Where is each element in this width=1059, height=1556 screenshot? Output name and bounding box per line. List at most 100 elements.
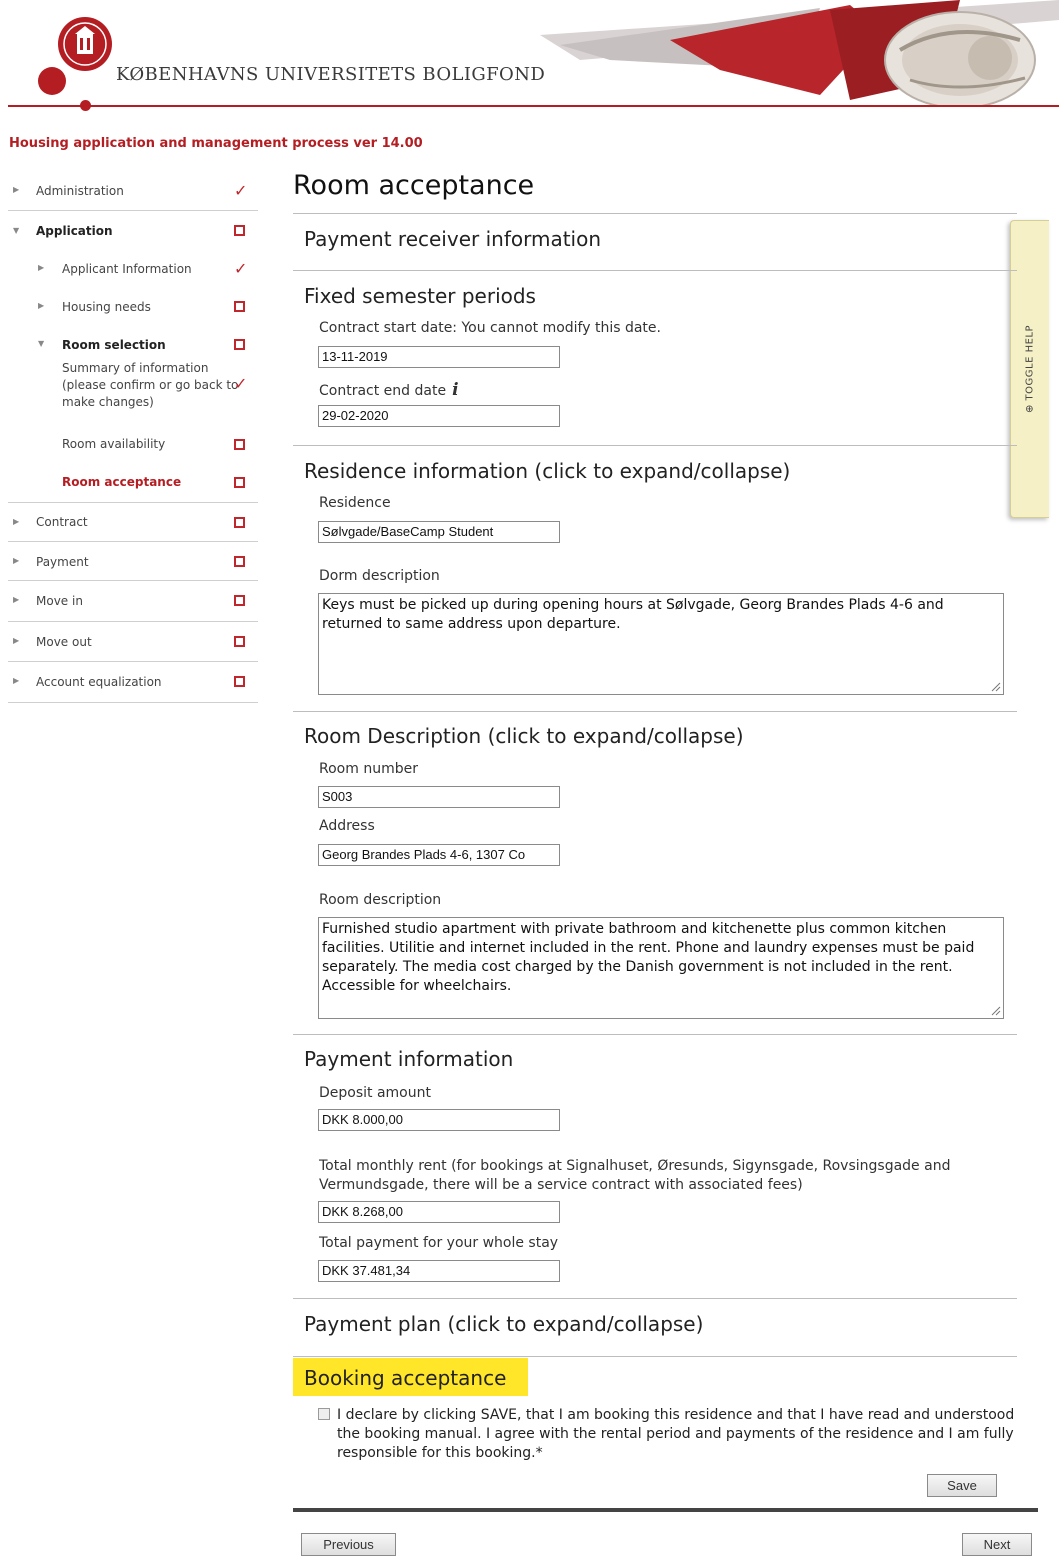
residence-label: Residence	[319, 495, 391, 511]
sidebar-item-housing-needs[interactable]: ▶ Housing needs	[8, 288, 258, 326]
declaration-checkbox[interactable]	[318, 1408, 330, 1420]
collapsed-arrow-icon: ▶	[13, 517, 20, 526]
previous-button[interactable]: Previous	[301, 1533, 396, 1556]
next-button[interactable]: Next	[962, 1533, 1032, 1556]
section-divider	[293, 1356, 1017, 1357]
expanded-arrow-icon: ▼	[13, 226, 20, 235]
incomplete-box-icon	[234, 595, 245, 606]
collapsed-arrow-icon: ▶	[13, 185, 20, 194]
residence-field[interactable]: Sølvgade/BaseCamp Student	[318, 521, 560, 543]
room-description-text: Furnished studio apartment with private …	[322, 921, 975, 994]
sidebar-item-label: Summary of information (please confirm o…	[62, 361, 239, 409]
sidebar-item-account-equalization[interactable]: ▶ Account equalization	[8, 662, 258, 703]
collapsed-arrow-icon: ▶	[38, 301, 45, 310]
sidebar-item-applicant-information[interactable]: ▶ Applicant Information ✓	[8, 250, 258, 288]
dorm-description-textarea[interactable]: Keys must be picked up during opening ho…	[318, 593, 1004, 695]
incomplete-box-icon	[234, 556, 245, 567]
sidebar-item-label: Account equalization	[36, 675, 162, 689]
monthly-rent-label: Total monthly rent (for bookings at Sign…	[319, 1158, 951, 1193]
sidebar-item-room-selection[interactable]: ▼ Room selection	[8, 326, 258, 352]
save-button[interactable]: Save	[927, 1474, 997, 1497]
collapsed-arrow-icon: ▶	[13, 595, 20, 604]
incomplete-box-icon	[234, 339, 245, 350]
resize-grip-icon[interactable]	[991, 682, 1001, 692]
university-seal-icon	[58, 17, 112, 71]
section-title-room-description[interactable]: Room Description (click to expand/collap…	[304, 724, 744, 748]
header-rule	[8, 105, 1059, 107]
section-title-payment-info: Payment information	[304, 1047, 514, 1071]
address-field[interactable]: Georg Brandes Plads 4-6, 1307 Co	[318, 844, 560, 866]
university-name: KØBENHAVNS UNIVERSITETS BOLIGFOND	[116, 64, 546, 85]
sidebar-item-administration[interactable]: ▶ Administration ✓	[8, 171, 258, 211]
section-divider	[293, 1298, 1017, 1299]
incomplete-box-icon	[234, 225, 245, 236]
footer-rule	[293, 1508, 1038, 1512]
info-icon[interactable]: i	[452, 380, 458, 400]
decorative-banner	[540, 0, 1059, 106]
sidebar-item-application[interactable]: ▼ Application	[8, 211, 258, 250]
collapsed-arrow-icon: ▶	[13, 676, 20, 685]
section-divider	[293, 711, 1017, 712]
sidebar-item-label: Room acceptance	[62, 475, 182, 489]
room-description-textarea[interactable]: Furnished studio apartment with private …	[318, 917, 1004, 1019]
sidebar-item-summary[interactable]: Summary of information (please confirm o…	[8, 350, 258, 426]
section-title-payment-plan[interactable]: Payment plan (click to expand/collapse)	[304, 1312, 703, 1336]
process-title: Housing application and management proce…	[9, 136, 423, 151]
sidebar-item-label: Housing needs	[62, 300, 151, 314]
site-header: KØBENHAVNS UNIVERSITETS BOLIGFOND	[0, 0, 1059, 125]
deposit-label: Deposit amount	[319, 1085, 431, 1101]
section-title-residence[interactable]: Residence information (click to expand/c…	[304, 459, 790, 483]
section-title-fixed-periods: Fixed semester periods	[304, 284, 536, 308]
sidebar-item-payment[interactable]: ▶ Payment	[8, 542, 258, 581]
sidebar-item-label: Contract	[36, 515, 88, 529]
checkmark-icon: ✓	[234, 181, 248, 200]
collapsed-arrow-icon: ▶	[38, 263, 45, 272]
address-label: Address	[319, 818, 375, 834]
total-payment-field[interactable]: DKK 37.481,34	[318, 1260, 560, 1282]
collapsed-arrow-icon: ▶	[13, 636, 20, 645]
contract-end-label-text: Contract end date	[319, 383, 447, 399]
sidebar-item-room-availability[interactable]: Room availability	[8, 426, 258, 464]
expanded-arrow-icon: ▼	[38, 339, 45, 348]
contract-start-label: Contract start date: You cannot modify t…	[319, 320, 661, 336]
incomplete-box-icon	[234, 477, 245, 488]
incomplete-box-icon	[234, 301, 245, 312]
incomplete-box-icon	[234, 517, 245, 528]
dorm-description-label: Dorm description	[319, 568, 440, 584]
section-divider	[293, 270, 1017, 271]
room-number-field[interactable]: S003	[318, 786, 560, 808]
checkmark-icon: ✓	[234, 259, 248, 278]
sidebar-item-label: Move in	[36, 594, 83, 608]
sidebar-item-move-out[interactable]: ▶ Move out	[8, 622, 258, 662]
contract-end-field[interactable]: 29-02-2020	[318, 405, 560, 427]
monthly-rent-field[interactable]: DKK 8.268,00	[318, 1201, 560, 1223]
total-payment-label: Total payment for your whole stay	[319, 1235, 559, 1251]
contract-end-label: Contract end date i	[319, 380, 459, 400]
deposit-field[interactable]: DKK 8.000,00	[318, 1109, 560, 1131]
sidebar-item-room-acceptance[interactable]: Room acceptance	[8, 464, 258, 503]
process-sidebar: ▶ Administration ✓ ▼ Application ▶ Appli…	[8, 171, 258, 703]
resize-grip-icon[interactable]	[991, 1006, 1001, 1016]
incomplete-box-icon	[234, 439, 245, 450]
incomplete-box-icon	[234, 636, 245, 647]
sidebar-item-label: Applicant Information	[62, 262, 192, 276]
incomplete-box-icon	[234, 676, 245, 687]
page-title: Room acceptance	[293, 170, 535, 201]
toggle-help-label: ⊕ TOGGLE HELP	[1024, 324, 1036, 414]
room-number-label: Room number	[319, 761, 418, 777]
toggle-help-tab[interactable]: ⊕ TOGGLE HELP	[1010, 220, 1049, 518]
brand-dot-small	[80, 100, 91, 111]
section-divider	[293, 445, 1017, 446]
section-title-payment-receiver[interactable]: Payment receiver information	[304, 227, 601, 251]
sidebar-item-label: Administration	[36, 184, 124, 198]
declaration-text: I declare by clicking SAVE, that I am bo…	[337, 1407, 1015, 1461]
sidebar-item-label: Payment	[36, 555, 89, 569]
sidebar-item-move-in[interactable]: ▶ Move in	[8, 581, 258, 622]
brand-dot-large	[38, 67, 66, 95]
sidebar-item-contract[interactable]: ▶ Contract	[8, 503, 258, 542]
dorm-description-text: Keys must be picked up during opening ho…	[322, 597, 944, 632]
checkmark-icon: ✓	[234, 374, 248, 393]
contract-start-field[interactable]: 13-11-2019	[318, 346, 560, 368]
sidebar-item-label: Move out	[36, 635, 92, 649]
booking-acceptance-title: Booking acceptance	[304, 1366, 507, 1390]
